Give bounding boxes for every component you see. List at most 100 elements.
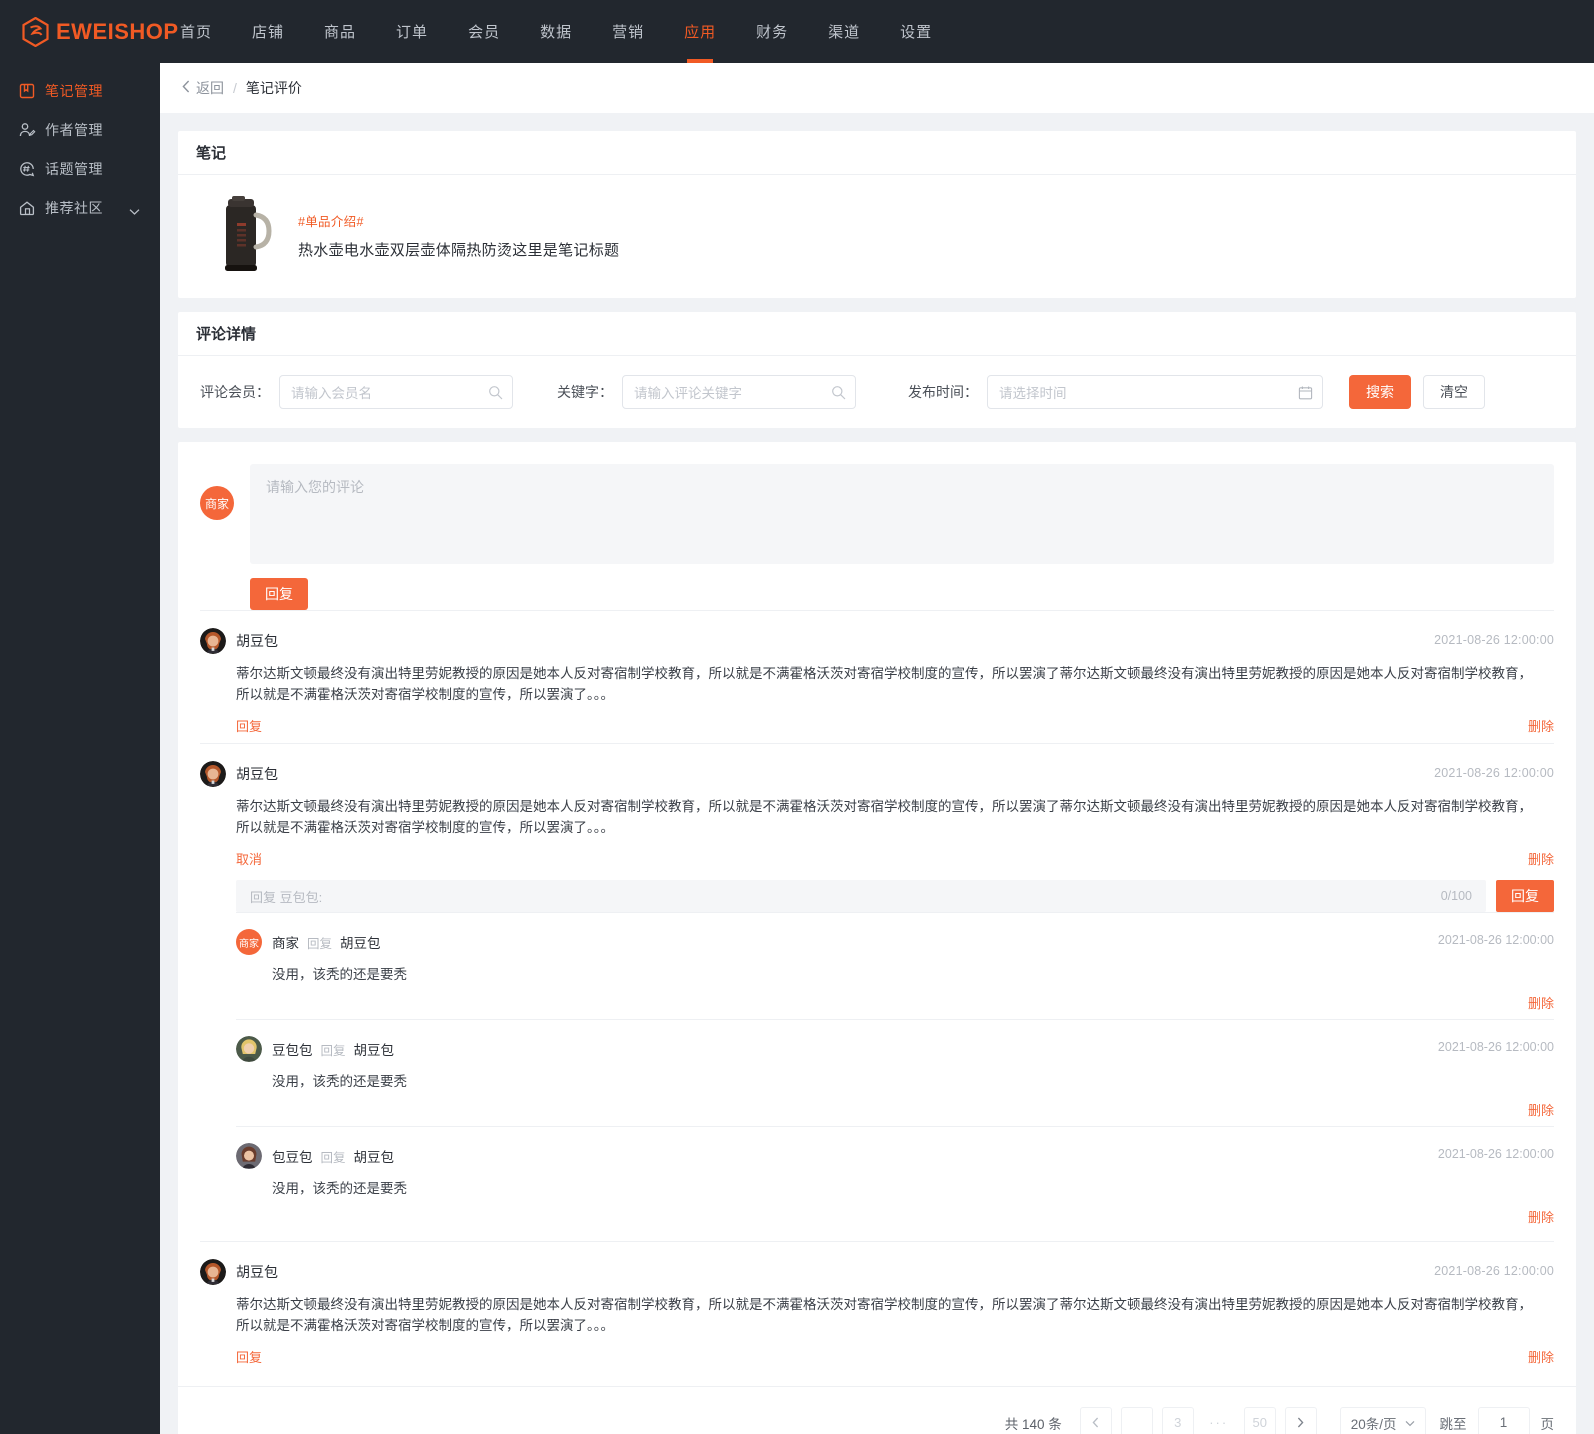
nav-item-shop[interactable]: 店铺 (232, 0, 304, 63)
sub-comment-header: 商家 商家 回复 胡豆包 (236, 929, 1554, 955)
chevron-right-icon (1298, 1417, 1304, 1428)
sub-comment-delete-link[interactable]: 删除 (1528, 1207, 1554, 1226)
sub-comment-text: 没用，该秃的还是要秃 (272, 1074, 407, 1089)
sub-comment-delete-link[interactable]: 删除 (1528, 993, 1554, 1012)
reply-submit-button[interactable]: 回复 (1496, 880, 1554, 912)
pagination: 共 140 条 3 ··· 50 20条/页 跳至 1 页 (178, 1386, 1576, 1434)
user-pen-icon (18, 121, 36, 139)
sub-comment-item: 包豆包 回复 胡豆包 2021-08-26 12:00:00 没用，该秃的还是要… (236, 1126, 1554, 1233)
nav-item-channels[interactable]: 渠道 (808, 0, 880, 63)
comment-delete-link[interactable]: 删除 (1528, 1347, 1554, 1366)
search-icon[interactable] (488, 385, 503, 405)
note-row[interactable]: #单品介绍# 热水壶电水壶双层壶体隔热防烫这里是笔记标题 (178, 175, 1576, 298)
sub-comment-header: 豆包包 回复 胡豆包 (236, 1036, 1554, 1062)
avatar-baodoubao (236, 1143, 262, 1169)
comment-item: 胡豆包 2021-08-26 12:00:00 蒂尔达斯文顿最终没有演出特里劳妮… (200, 610, 1554, 743)
comment-time: 2021-08-26 12:00:00 (1434, 1264, 1554, 1278)
sidebar: 笔记管理 作者管理 话题管理 推荐社区 (0, 63, 160, 1434)
nav-item-members[interactable]: 会员 (448, 0, 520, 63)
filter-keyword-label: 关键字： (557, 384, 613, 400)
sub-comment-footer: 删除 (236, 1207, 1554, 1225)
brand-logo[interactable]: EWEISHOP (22, 16, 178, 47)
reply-editor: 回复 豆包包: 0/100 回复 (236, 880, 1554, 912)
pagination-page-50[interactable]: 50 (1243, 1406, 1276, 1434)
filter-member: 评论会员： 请输入会员名 (200, 375, 513, 409)
sub-comment-text: 没用，该秃的还是要秃 (272, 1181, 407, 1196)
nav-item-finance[interactable]: 财务 (736, 0, 808, 63)
comment-reply-link[interactable]: 回复 (236, 1347, 262, 1366)
avatar-hudoubao (200, 628, 226, 654)
comment-textarea[interactable]: 请输入您的评论 (250, 464, 1554, 564)
sub-comment-reply-word: 回复 (307, 936, 333, 951)
filter-member-label: 评论会员： (200, 384, 270, 400)
nav-item-settings[interactable]: 设置 (880, 0, 952, 63)
search-icon[interactable] (831, 385, 846, 405)
sub-comment-delete-link[interactable]: 删除 (1528, 1100, 1554, 1119)
keyword-input-placeholder: 请输入评论关键字 (634, 386, 742, 401)
note-card-title: 笔记 (178, 131, 1576, 175)
home-icon (18, 199, 36, 217)
composer-box: 请输入您的评论 回复 (250, 464, 1554, 610)
hash-circle-icon (18, 160, 36, 178)
comment-reply-link[interactable]: 回复 (236, 716, 262, 735)
comment-author: 胡豆包 (236, 1264, 278, 1280)
filter-publish-time: 发布时间： 请选择时间 (908, 375, 1323, 409)
pagination-next-button[interactable] (1284, 1406, 1317, 1434)
note-tag[interactable]: #单品介绍# (298, 211, 619, 230)
sidebar-item-note-management[interactable]: 笔记管理 (0, 71, 160, 110)
back-link[interactable]: 返回 (182, 78, 224, 98)
search-button[interactable]: 搜索 (1349, 375, 1411, 409)
sub-comment-author: 豆包包 (272, 1043, 313, 1058)
content-area: 返回 / 笔记评价 笔记 #单品介绍# 热水壶电水壶双层壶体隔热防烫这里是笔记标… (160, 63, 1594, 1434)
nav-item-marketing[interactable]: 营销 (592, 0, 664, 63)
sidebar-item-author-management[interactable]: 作者管理 (0, 110, 160, 149)
sidebar-label-note-management: 笔记管理 (45, 82, 103, 99)
sidebar-item-topic-management[interactable]: 话题管理 (0, 149, 160, 188)
sidebar-item-recommend-community[interactable]: 推荐社区 (0, 188, 160, 227)
keyword-search-input[interactable]: 请输入评论关键字 (622, 375, 856, 409)
time-input-placeholder: 请选择时间 (999, 386, 1067, 401)
sub-comment-text: 没用，该秃的还是要秃 (272, 967, 407, 982)
nav-item-apps[interactable]: 应用 (664, 0, 736, 63)
pagination-page-current[interactable] (1120, 1406, 1153, 1434)
clear-button[interactable]: 清空 (1423, 375, 1485, 409)
nav-item-goods[interactable]: 商品 (304, 0, 376, 63)
member-search-input[interactable]: 请输入会员名 (279, 375, 513, 409)
nav-item-data[interactable]: 数据 (520, 0, 592, 63)
comment-author: 胡豆包 (236, 633, 278, 649)
sidebar-label-recommend-community: 推荐社区 (45, 199, 103, 216)
chevron-down-icon[interactable] (129, 203, 140, 219)
chevron-left-icon (182, 80, 190, 96)
calendar-icon[interactable] (1298, 385, 1313, 405)
comment-delete-link[interactable]: 删除 (1528, 716, 1554, 735)
nav-item-home[interactable]: 首页 (160, 0, 232, 63)
pagination-page-3[interactable]: 3 (1161, 1406, 1194, 1434)
sub-comment-item: 豆包包 回复 胡豆包 2021-08-26 12:00:00 没用，该秃的还是要… (236, 1019, 1554, 1126)
comment-item: 胡豆包 2021-08-26 12:00:00 蒂尔达斯文顿最终没有演出特里劳妮… (200, 1241, 1554, 1374)
composer-reply-button[interactable]: 回复 (250, 578, 308, 610)
sub-comment-target: 胡豆包 (353, 1043, 395, 1058)
page-size-value: 20条/页 (1350, 1416, 1397, 1432)
comment-cancel-link[interactable]: 取消 (236, 849, 262, 868)
publish-time-picker[interactable]: 请选择时间 (987, 375, 1323, 409)
reply-input[interactable]: 回复 豆包包: 0/100 (236, 880, 1486, 912)
sub-comment-author: 包豆包 (272, 1150, 313, 1165)
comment-footer: 取消 删除 (236, 848, 1554, 868)
nav-item-orders[interactable]: 订单 (376, 0, 448, 63)
avatar-doubaobao (236, 1036, 262, 1062)
reply-char-counter: 0/100 (1440, 889, 1472, 903)
pagination-jump-input[interactable]: 1 (1477, 1406, 1530, 1434)
app-root: EWEISHOP 首页 店铺 商品 订单 会员 数据 营销 应用 财务 渠道 设… (0, 0, 1594, 1434)
comment-delete-link[interactable]: 删除 (1528, 849, 1554, 868)
breadcrumb-current: 笔记评价 (245, 80, 302, 96)
comment-text: 蒂尔达斯文顿最终没有演出特里劳妮教授的原因是她本人反对寄宿制学校教育，所以就是不… (236, 799, 1532, 835)
sub-comment-footer: 删除 (236, 1100, 1554, 1118)
pagination-prev-button[interactable] (1079, 1406, 1112, 1434)
sub-comment-footer: 删除 (236, 993, 1554, 1011)
comment-text: 蒂尔达斯文顿最终没有演出特里劳妮教授的原因是她本人反对寄宿制学校教育，所以就是不… (236, 1297, 1532, 1333)
pagination-ellipsis[interactable]: ··· (1203, 1407, 1235, 1434)
page-size-select[interactable]: 20条/页 (1339, 1406, 1426, 1434)
comment-header: 胡豆包 (200, 1259, 1554, 1285)
sub-comment-reply-word: 回复 (320, 1150, 346, 1165)
sub-comment-reply-word: 回复 (320, 1043, 346, 1058)
